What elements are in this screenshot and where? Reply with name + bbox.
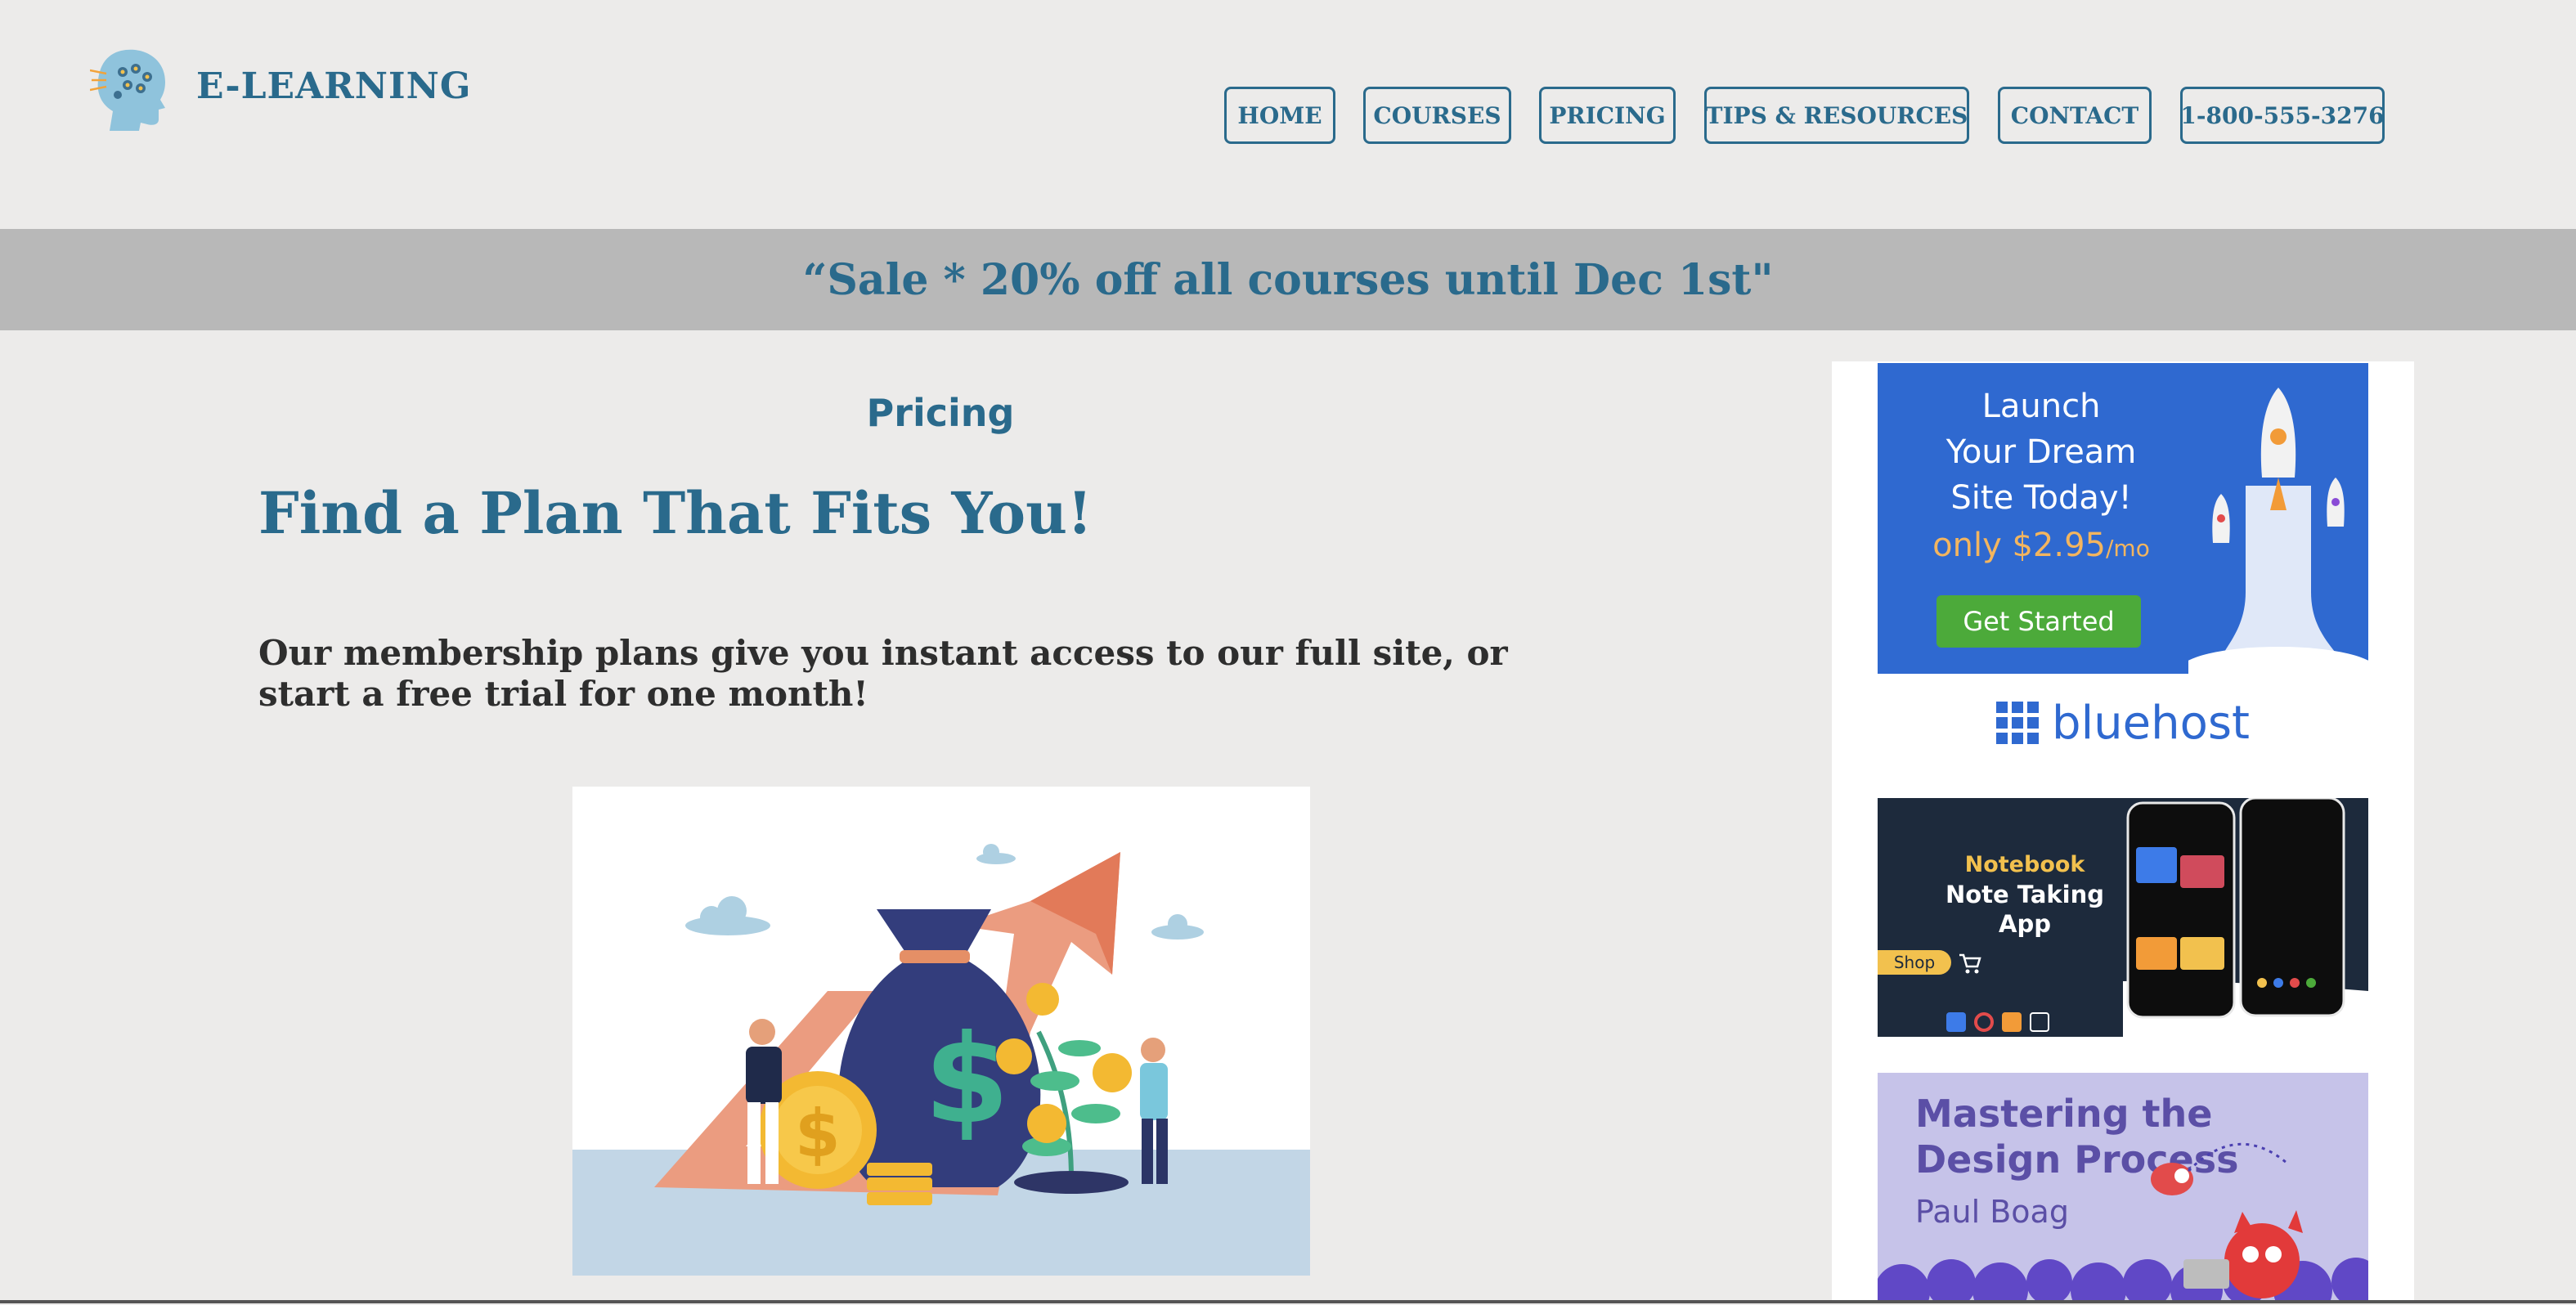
- intro-text: Our membership plans give you instant ac…: [258, 633, 1508, 714]
- app-logo-icon: [1946, 1012, 1966, 1032]
- nav-tips-resources-button[interactable]: TIPS & RESOURCES: [1704, 87, 1969, 144]
- design-book-ad[interactable]: Mastering the Design Process Paul Boag: [1878, 1073, 2368, 1300]
- ad-headline-line: Site Today!: [1950, 479, 2132, 517]
- sale-banner: “Sale * 20% off all courses until Dec 1s…: [0, 229, 2576, 330]
- ad-headline-line: Launch: [1981, 388, 2101, 425]
- shop-button[interactable]: Shop: [1878, 950, 1951, 975]
- bluehost-brand[interactable]: bluehost: [1832, 692, 2414, 754]
- get-started-button[interactable]: Get Started: [1936, 595, 2141, 648]
- ad-price-suffix: /mo: [2106, 535, 2150, 562]
- phone-mockups-image: [2123, 798, 2368, 1037]
- hero-illustration: $ $: [572, 787, 1310, 1276]
- head-brain-icon[interactable]: [90, 46, 172, 132]
- rocket-icon: [2188, 388, 2368, 674]
- app-logo-icon: [2002, 1012, 2022, 1032]
- page-bottom-divider: [0, 1300, 2576, 1303]
- cart-icon: [1959, 953, 1981, 974]
- bluehost-grid-icon: [1996, 702, 2040, 744]
- nav-contact-button[interactable]: CONTACT: [1998, 87, 2152, 144]
- svg-text:$: $: [924, 1009, 1009, 1151]
- section-label: Pricing: [866, 391, 1015, 435]
- page-title: Find a Plan That Fits You!: [258, 479, 1093, 547]
- bluehost-ad[interactable]: Launch Your Dream Site Today! only $2.95…: [1878, 363, 2368, 674]
- ad-headline: Note Taking App: [1945, 881, 2105, 938]
- svg-text:$: $: [795, 1096, 841, 1172]
- sale-banner-text: “Sale * 20% off all courses until Dec 1s…: [802, 254, 1774, 305]
- app-store-icons: [1946, 1012, 2049, 1032]
- cartoon-illustration: [1878, 1142, 2368, 1300]
- sidebar-ads: Launch Your Dream Site Today! only $2.95…: [1832, 361, 2414, 1300]
- nav-pricing-button[interactable]: PRICING: [1539, 87, 1676, 144]
- ad-headline-line: Your Dream: [1945, 433, 2137, 471]
- app-logo-icon: [1974, 1012, 1994, 1032]
- notebook-app-ad[interactable]: Notebook Note Taking App Shop: [1878, 798, 2368, 1037]
- brand-name[interactable]: E-LEARNING: [196, 65, 471, 107]
- ad-eyebrow: Notebook: [1964, 852, 2085, 877]
- app-logo-icon: [2030, 1012, 2049, 1032]
- nav-home-button[interactable]: HOME: [1224, 87, 1335, 144]
- ad-price-value: only $2.95: [1932, 527, 2106, 564]
- ad-price: only $2.95/mo: [1878, 527, 2205, 564]
- nav-phone-button[interactable]: 1-800-555-3276: [2180, 87, 2385, 144]
- site-header: E-LEARNING HOME COURSES PRICING TIPS & R…: [0, 0, 2576, 229]
- nav-courses-button[interactable]: COURSES: [1363, 87, 1511, 144]
- bluehost-wordmark: bluehost: [2052, 696, 2250, 750]
